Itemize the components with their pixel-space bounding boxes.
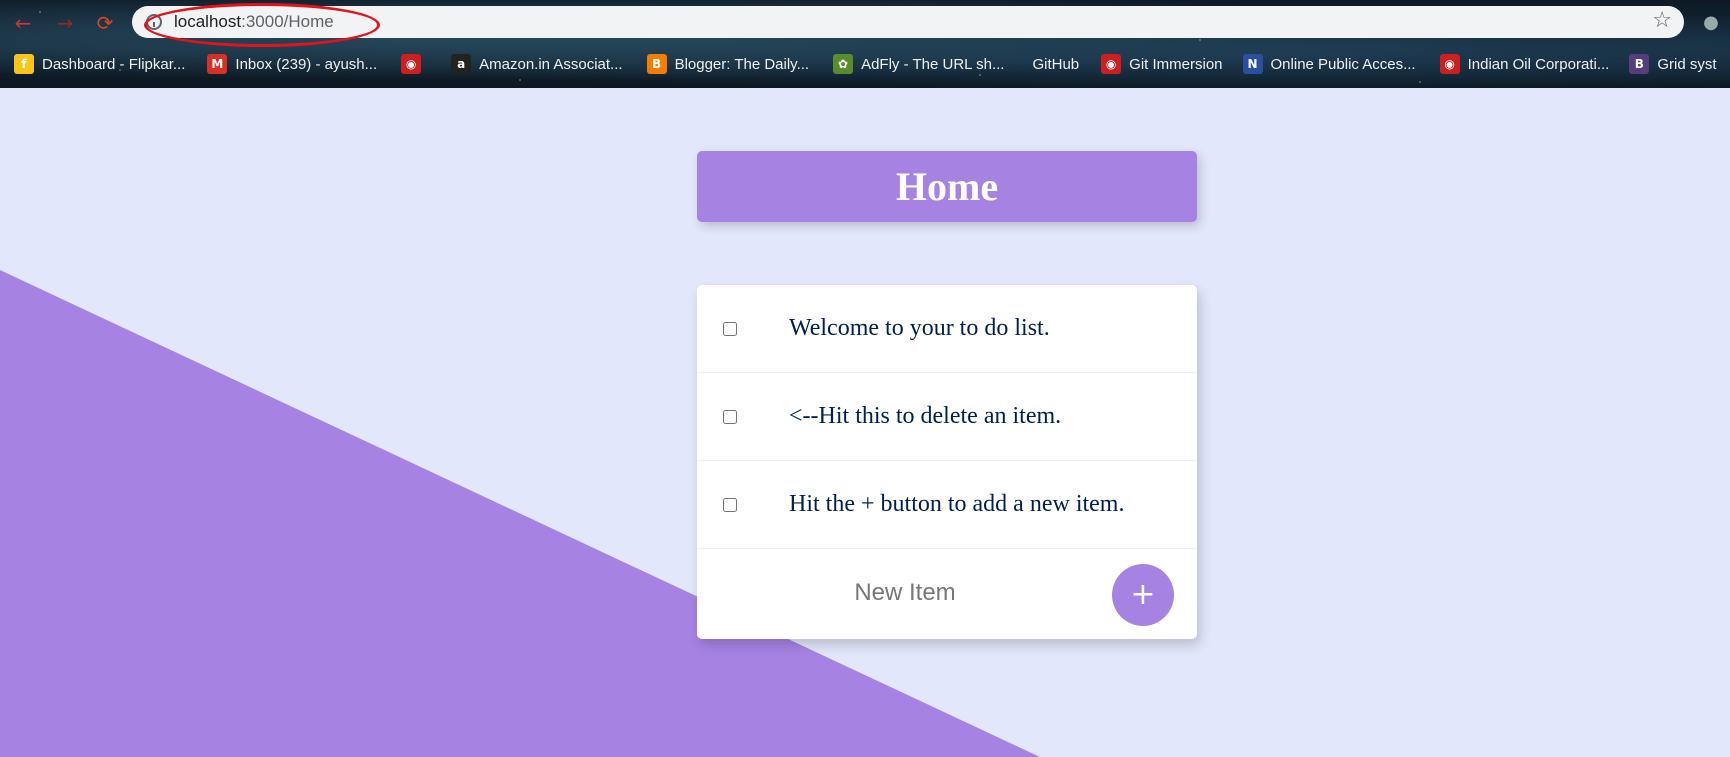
forward-arrow-icon[interactable]: → — [52, 10, 78, 36]
bookmark-favicon-icon: f — [14, 54, 34, 74]
address-bar[interactable]: localhost:3000/Home ☆ — [132, 6, 1684, 38]
item-checkbox[interactable] — [723, 409, 737, 424]
bookmark-label: Git Immersion — [1129, 55, 1223, 73]
heading-box: Home — [697, 151, 1197, 222]
page-title: Home — [895, 164, 999, 209]
bookmark-item[interactable]: B Blogger: The Daily... — [646, 54, 810, 74]
new-item-input[interactable] — [745, 573, 1065, 613]
todo-list: Welcome to your to do list. <--Hit this … — [697, 285, 1197, 639]
bookmark-favicon-icon: ◉ — [401, 54, 422, 74]
bookmark-favicon-icon: a — [451, 54, 472, 74]
list-item: Hit the + button to add a new item. — [697, 461, 1197, 549]
bookmark-favicon-icon: M — [207, 54, 228, 74]
bookmark-label: Indian Oil Corporati... — [1467, 55, 1610, 73]
bookmark-favicon-icon: ✿ — [833, 54, 854, 74]
item-text: Welcome to your to do list. — [789, 315, 1050, 341]
bookmark-label: Online Public Acces... — [1270, 55, 1416, 73]
bookmark-item[interactable]: ◉ — [401, 54, 429, 74]
bookmark-item[interactable]: a Amazon.in Associat... — [451, 54, 623, 74]
bookmark-label: Grid syst — [1657, 55, 1717, 73]
reload-icon[interactable]: ⟳ — [92, 10, 118, 36]
bookmark-item[interactable]: B Grid syst — [1629, 54, 1717, 74]
browser-chrome: ← → ⟳ localhost:3000/Home ☆ ● f Dashboard… — [0, 0, 1730, 88]
bookmark-label: AdFly - The URL sh... — [861, 55, 1005, 73]
bookmark-favicon-icon: B — [646, 54, 667, 74]
item-text: <--Hit this to delete an item. — [789, 403, 1062, 429]
bookmark-item[interactable]: ◉ Git Immersion — [1101, 54, 1223, 74]
bookmark-item[interactable]: ✿ AdFly - The URL sh... — [833, 54, 1004, 74]
bookmarks-bar: f Dashboard - Flipkar... M Inbox (239) - ay… — [0, 50, 1730, 78]
page-content: Home Welcome to your to do list. <--Hit … — [0, 88, 1730, 757]
bookmark-favicon-icon: ◉ — [1439, 54, 1460, 74]
bookmark-favicon-icon: N — [1242, 54, 1263, 74]
bookmark-label: GitHub — [1032, 55, 1080, 73]
bookmark-star-icon[interactable]: ☆ — [1652, 8, 1672, 33]
add-item-button[interactable]: + — [1112, 564, 1174, 626]
list-item: <--Hit this to delete an item. — [697, 373, 1197, 461]
bookmark-label: Amazon.in Associat... — [479, 55, 623, 73]
url-host: localhost — [174, 12, 242, 31]
item-checkbox[interactable] — [723, 497, 737, 512]
item-checkbox[interactable] — [723, 321, 737, 336]
site-info-icon[interactable] — [146, 14, 162, 30]
back-arrow-icon[interactable]: ← — [10, 10, 36, 36]
url-text[interactable]: localhost:3000/Home — [174, 12, 334, 32]
bookmark-item[interactable]: N Online Public Acces... — [1242, 54, 1416, 74]
bookmark-item[interactable]: ◉ Indian Oil Corporati... — [1439, 54, 1610, 74]
bookmark-favicon-icon: B — [1629, 54, 1650, 74]
bookmark-label: Inbox (239) - ayush... — [235, 55, 378, 73]
bookmark-label: Blogger: The Daily... — [674, 55, 810, 73]
item-text: Hit the + button to add a new item. — [789, 491, 1125, 517]
list-item: Welcome to your to do list. — [697, 285, 1197, 373]
profile-icon[interactable]: ● — [1700, 12, 1722, 34]
bookmark-item[interactable]: M Inbox (239) - ayush... — [207, 54, 377, 74]
new-item-form: + — [697, 549, 1197, 637]
bookmark-label: Dashboard - Flipkar... — [42, 55, 186, 73]
bookmark-item[interactable]: f Dashboard - Flipkar... — [14, 54, 185, 74]
url-path: :3000/Home — [241, 12, 334, 31]
bookmark-favicon-icon: ◉ — [1101, 54, 1122, 74]
bookmark-item[interactable]: GitHub — [1032, 54, 1079, 74]
